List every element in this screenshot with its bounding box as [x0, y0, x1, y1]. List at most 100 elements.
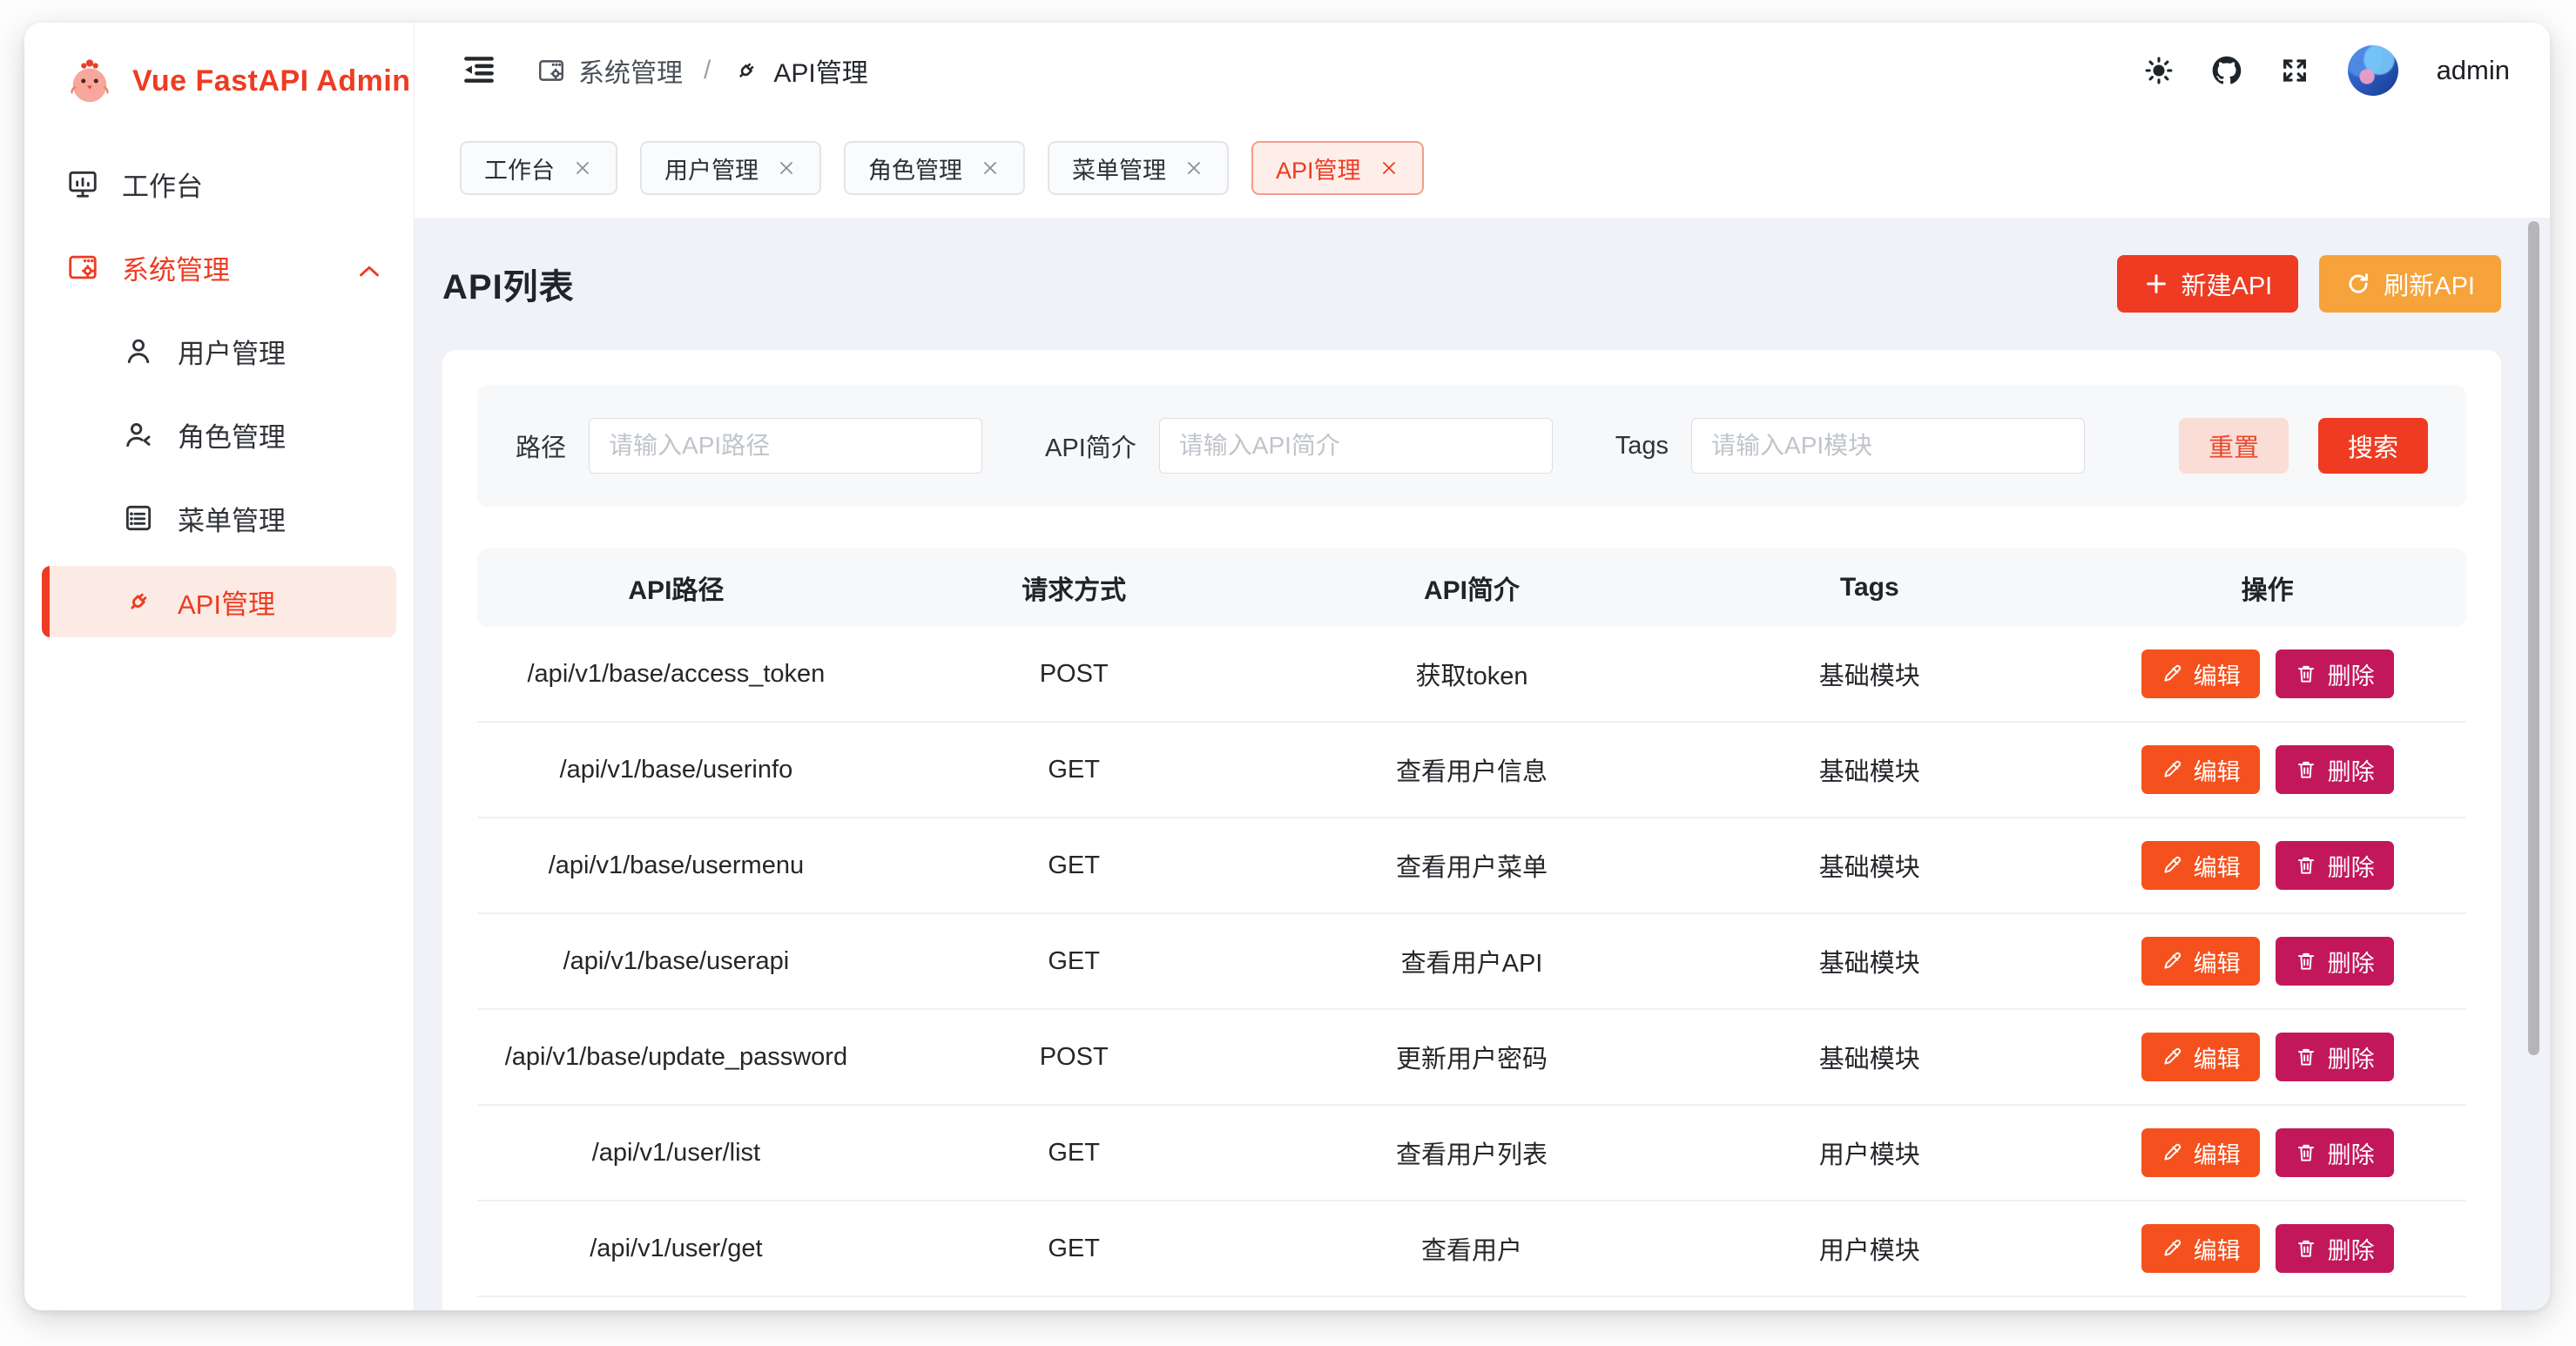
username[interactable]: admin — [2437, 55, 2510, 86]
breadcrumb-separator: / — [704, 56, 711, 85]
edit-button[interactable]: 编辑 — [2141, 649, 2260, 698]
edit-button-label: 编辑 — [2194, 1136, 2241, 1170]
search-button[interactable]: 搜索 — [2318, 418, 2428, 474]
sidebar-item-label: 系统管理 — [122, 248, 230, 287]
sidebar-item-0[interactable]: 工作台 — [42, 148, 396, 219]
column-header: 操作 — [2068, 569, 2466, 607]
delete-button[interactable]: 删除 — [2276, 937, 2394, 986]
delete-button[interactable]: 删除 — [2276, 745, 2394, 794]
reset-button[interactable]: 重置 — [2179, 418, 2289, 474]
topbar: 系统管理 / API管理 — [415, 23, 2550, 118]
tab-label: API管理 — [1276, 151, 1361, 185]
tab-3[interactable]: 菜单管理 — [1048, 141, 1229, 195]
cell-tags: 基础模块 — [1670, 751, 2068, 788]
user-icon — [122, 334, 155, 367]
cell-tags: 用户模块 — [1670, 1230, 2068, 1267]
theme-light-icon[interactable] — [2144, 56, 2174, 85]
tab-0[interactable]: 工作台 — [460, 141, 617, 195]
avatar[interactable] — [2348, 45, 2398, 96]
cell-actions: 编辑删除 — [2068, 745, 2466, 794]
column-header: Tags — [1670, 573, 2068, 602]
edit-button[interactable]: 编辑 — [2141, 841, 2260, 890]
sidebar-item-5[interactable]: API管理 — [42, 566, 396, 637]
tags-filter-group: Tags — [1615, 418, 2085, 474]
tab-2[interactable]: 角色管理 — [844, 141, 1025, 195]
app-logo[interactable]: Vue FastAPI Admin — [24, 56, 414, 106]
trash-icon — [2295, 1141, 2317, 1164]
table-row-5: /api/v1/user/listGET查看用户列表用户模块编辑删除 — [477, 1106, 2466, 1201]
delete-button[interactable]: 删除 — [2276, 841, 2394, 890]
sidebar-item-2[interactable]: 用户管理 — [42, 315, 396, 387]
api-plug-icon — [732, 56, 761, 85]
github-icon[interactable] — [2212, 56, 2242, 85]
role-icon — [122, 418, 155, 451]
create-api-button[interactable]: 新建API — [2117, 255, 2299, 313]
path-filter-input[interactable] — [589, 418, 982, 474]
tab-1[interactable]: 用户管理 — [640, 141, 821, 195]
chevron-up-icon — [353, 255, 377, 279]
close-icon[interactable] — [1183, 158, 1204, 178]
sidebar-item-4[interactable]: 菜单管理 — [42, 482, 396, 554]
cell-path: /api/v1/base/access_token — [477, 660, 875, 689]
collapse-sidebar-icon[interactable] — [460, 51, 498, 90]
sidebar-item-3[interactable]: 角色管理 — [42, 399, 396, 470]
table-header-row: API路径请求方式API简介Tags操作 — [477, 548, 2466, 627]
sidebar-item-1[interactable]: 系统管理 — [42, 232, 396, 303]
edit-pencil-icon — [2161, 758, 2183, 781]
delete-button[interactable]: 删除 — [2276, 1033, 2394, 1081]
table-row-3: /api/v1/base/userapiGET查看用户API基础模块编辑删除 — [477, 914, 2466, 1010]
trash-icon — [2295, 663, 2317, 685]
sidebar-item-label: 工作台 — [122, 165, 203, 204]
tags-filter-label: Tags — [1615, 432, 1669, 461]
refresh-api-label: 刷新API — [2384, 266, 2475, 302]
edit-button[interactable]: 编辑 — [2141, 1128, 2260, 1177]
delete-button-label: 删除 — [2328, 945, 2375, 979]
refresh-api-button[interactable]: 刷新API — [2319, 255, 2501, 313]
app-window: Vue FastAPI Admin 工作台系统管理用户管理角色管理菜单管理API… — [24, 23, 2550, 1310]
close-icon[interactable] — [572, 158, 593, 178]
cell-tags: 基础模块 — [1670, 943, 2068, 979]
summary-filter-group: API简介 — [1045, 418, 1553, 474]
delete-button[interactable]: 删除 — [2276, 649, 2394, 698]
cell-tags: 基础模块 — [1670, 656, 2068, 692]
sidebar-item-label: 菜单管理 — [178, 499, 286, 538]
close-icon[interactable] — [980, 158, 1001, 178]
path-filter-label: 路径 — [516, 427, 566, 464]
path-filter-group: 路径 — [516, 418, 982, 474]
trash-icon — [2295, 950, 2317, 972]
cell-summary: 查看用户 — [1273, 1230, 1671, 1267]
sidebar: Vue FastAPI Admin 工作台系统管理用户管理角色管理菜单管理 API… — [24, 23, 415, 1310]
edit-pencil-icon — [2161, 1237, 2183, 1260]
breadcrumb-item-api[interactable]: API管理 — [732, 51, 867, 90]
edit-button[interactable]: 编辑 — [2141, 745, 2260, 794]
edit-pencil-icon — [2161, 1046, 2183, 1068]
edit-button[interactable]: 编辑 — [2141, 1224, 2260, 1273]
monitor-icon — [66, 167, 99, 200]
edit-button[interactable]: 编辑 — [2141, 1033, 2260, 1081]
cell-summary: 查看用户列表 — [1273, 1134, 1671, 1171]
cell-summary: 查看用户菜单 — [1273, 847, 1671, 884]
edit-pencil-icon — [2161, 663, 2183, 685]
tags-filter-input[interactable] — [1691, 418, 2085, 474]
tab-bar: 工作台用户管理角色管理菜单管理 API管理 — [415, 118, 2550, 218]
fullscreen-icon[interactable] — [2280, 56, 2310, 85]
trash-icon — [2295, 758, 2317, 781]
tab-4[interactable]: API管理 — [1251, 141, 1424, 195]
cell-tags: 用户模块 — [1670, 1134, 2068, 1171]
summary-filter-input[interactable] — [1159, 418, 1553, 474]
close-icon[interactable] — [776, 158, 797, 178]
sidebar-item-label: API管理 — [178, 582, 275, 622]
filter-bar: 路径 API简介 Tags 重置 搜索 — [477, 385, 2466, 507]
breadcrumb-item-system[interactable]: 系统管理 — [536, 51, 683, 90]
cell-path: /api/v1/base/usermenu — [477, 851, 875, 880]
delete-button[interactable]: 删除 — [2276, 1128, 2394, 1177]
edit-button[interactable]: 编辑 — [2141, 937, 2260, 986]
cell-method: POST — [875, 660, 1273, 689]
delete-button[interactable]: 删除 — [2276, 1224, 2394, 1273]
table-body: /api/v1/base/access_tokenPOST获取token基础模块… — [477, 627, 2466, 1297]
sidebar-item-label: 用户管理 — [178, 332, 286, 371]
close-icon[interactable] — [1379, 158, 1399, 178]
cell-path: /api/v1/base/userapi — [477, 947, 875, 976]
cell-actions: 编辑删除 — [2068, 1033, 2466, 1081]
vertical-scrollbar[interactable] — [2528, 221, 2539, 1055]
